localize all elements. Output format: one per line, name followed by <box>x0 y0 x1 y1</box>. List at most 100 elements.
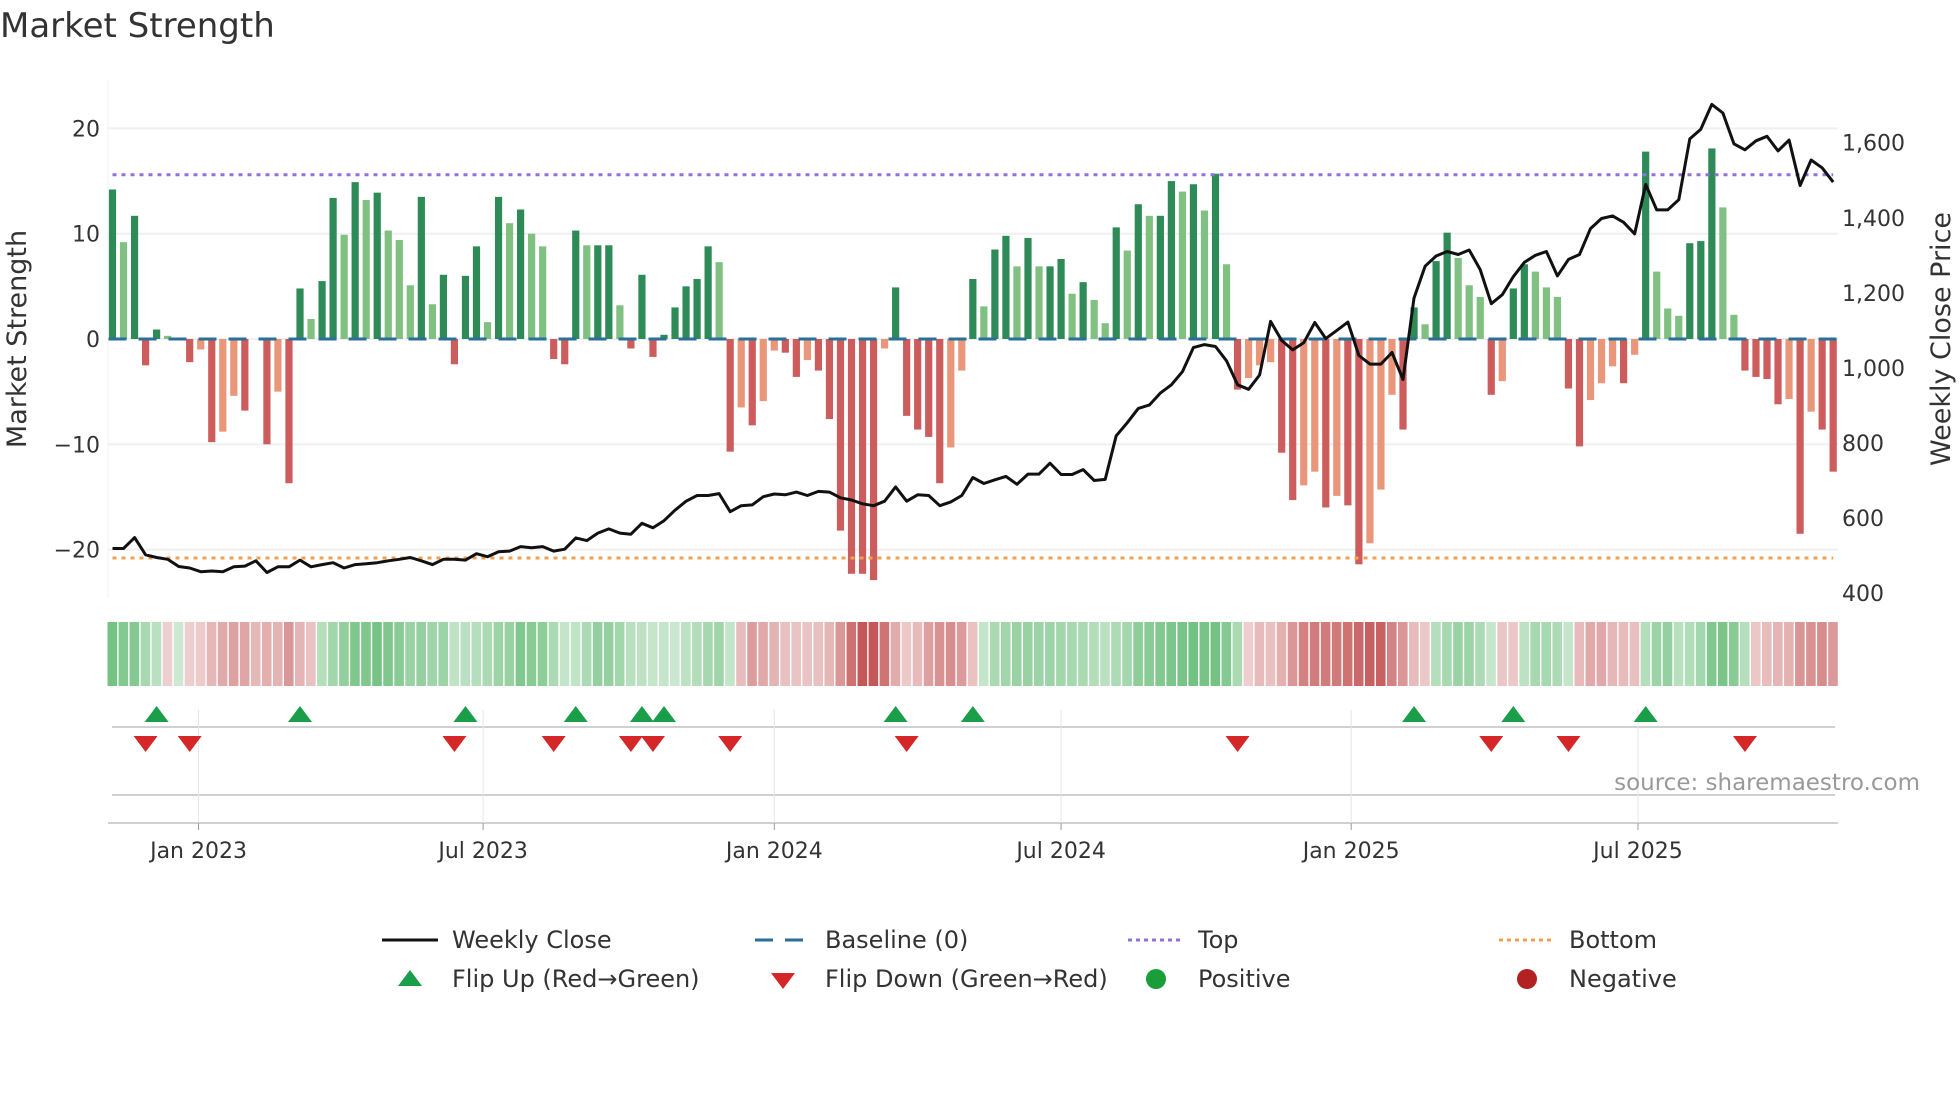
heat-cell <box>228 622 239 686</box>
heat-cell <box>1034 622 1044 686</box>
strength-bar <box>1068 293 1076 339</box>
flip-up-marker <box>563 706 588 722</box>
heat-cell <box>1298 622 1309 686</box>
flip-down-marker <box>1556 736 1581 752</box>
heat-cell <box>427 622 437 686</box>
heat-cell <box>1651 622 1662 686</box>
strength-bar <box>737 339 745 408</box>
strength-bar <box>594 245 602 339</box>
heat-cell <box>306 622 316 686</box>
strength-bar <box>1035 266 1043 339</box>
heat-cell <box>1420 622 1430 686</box>
heat-cell <box>1563 622 1574 686</box>
heat-cell <box>1574 622 1585 686</box>
strength-bar <box>1322 339 1330 508</box>
x-tick-label: Jul 2025 <box>1591 839 1683 864</box>
y2-tick-label: 600 <box>1842 507 1884 532</box>
line-sample-icon <box>380 925 440 955</box>
flip-down-marker <box>618 736 643 752</box>
legend-label: Positive <box>1198 965 1291 993</box>
heat-cell <box>1199 622 1210 686</box>
strength-bar <box>472 246 481 339</box>
strength-bar <box>1774 339 1782 405</box>
strength-bar <box>1013 266 1021 339</box>
flip-down-marker <box>133 736 158 752</box>
y2-axis-title: Weekly Close Price <box>1926 212 1957 466</box>
x-tick-label: Jan 2025 <box>1301 839 1400 864</box>
strength-bar <box>318 281 326 339</box>
heat-cell <box>272 622 283 686</box>
strength-bar <box>384 230 392 339</box>
strength-bar <box>550 339 558 360</box>
flip-up-marker <box>883 706 908 722</box>
circle-icon <box>1497 964 1557 994</box>
strength-bar <box>1752 339 1760 377</box>
strength-bar <box>583 245 591 339</box>
dotted-line-icon <box>1497 925 1557 955</box>
heat-cell <box>978 622 989 686</box>
strength-bar <box>892 287 900 339</box>
strength-bar <box>1807 339 1815 412</box>
market-strength-chart: 20 10 0 −10 −20 1,600 1,400 1,200 1,000 800 600 400… <box>2 80 1957 864</box>
heat-cell <box>636 622 647 686</box>
heat-cell <box>1585 622 1596 686</box>
strength-bar <box>1620 339 1628 384</box>
heat-cell <box>1398 622 1408 686</box>
heat-cell <box>1486 622 1496 686</box>
strength-bar <box>561 339 569 365</box>
strength-bar <box>1090 300 1098 339</box>
strength-bar <box>186 339 194 363</box>
heat-cell <box>1541 622 1551 686</box>
strength-bar <box>219 339 227 432</box>
legend-label: Baseline (0) <box>825 926 969 954</box>
heat-cell <box>1618 622 1629 686</box>
heat-cell <box>1530 622 1540 686</box>
heat-cell <box>1640 622 1651 686</box>
strength-bar <box>1686 243 1694 339</box>
strength-bar <box>947 339 955 448</box>
strength-bar <box>1509 288 1517 339</box>
strength-bar <box>351 182 359 339</box>
strength-bar <box>693 278 701 339</box>
legend-label: Flip Up (Red→Green) <box>452 965 700 993</box>
strength-bar <box>1278 339 1286 453</box>
strength-bar <box>1631 339 1639 355</box>
heat-cell <box>239 622 250 686</box>
legend-flip-up: Flip Up (Red→Green) <box>380 964 700 994</box>
legend-label: Weekly Close <box>452 926 612 954</box>
legend-label: Flip Down (Green→Red) <box>825 965 1108 993</box>
strength-bar <box>1476 296 1484 339</box>
heat-cell <box>703 622 713 686</box>
heat-cell <box>195 622 206 686</box>
strength-bar <box>969 278 977 339</box>
heat-cell <box>592 622 603 686</box>
strength-bar <box>285 339 293 484</box>
heat-cell <box>1717 622 1728 686</box>
strength-bar <box>1134 204 1142 339</box>
strength-bar <box>836 339 845 531</box>
strength-bar <box>1553 296 1562 339</box>
strength-bar <box>1785 339 1793 400</box>
heat-cell <box>934 622 945 686</box>
strength-bar <box>505 223 514 339</box>
strength-bar <box>1586 339 1595 401</box>
heat-cell <box>659 622 669 686</box>
y2-tick-label: 1,200 <box>1842 282 1905 307</box>
heat-cell <box>1243 622 1254 686</box>
heat-cell <box>1221 622 1232 686</box>
flip-down-marker <box>442 736 467 752</box>
strength-bar <box>748 339 756 426</box>
flip-up-marker <box>1402 706 1427 722</box>
legend-positive: Positive <box>1126 964 1291 994</box>
strength-bar <box>461 275 470 339</box>
y2-tick-label: 1,400 <box>1842 207 1905 232</box>
strength-bar <box>1344 339 1352 506</box>
strength-bar <box>847 339 856 574</box>
heat-cell <box>1695 622 1706 686</box>
strength-bar <box>914 339 922 430</box>
heat-cell <box>1464 622 1474 686</box>
x-tick-label: Jan 2024 <box>724 839 823 864</box>
heat-cell <box>670 622 680 686</box>
flip-up-marker <box>960 706 985 722</box>
strength-bar <box>1200 210 1209 339</box>
